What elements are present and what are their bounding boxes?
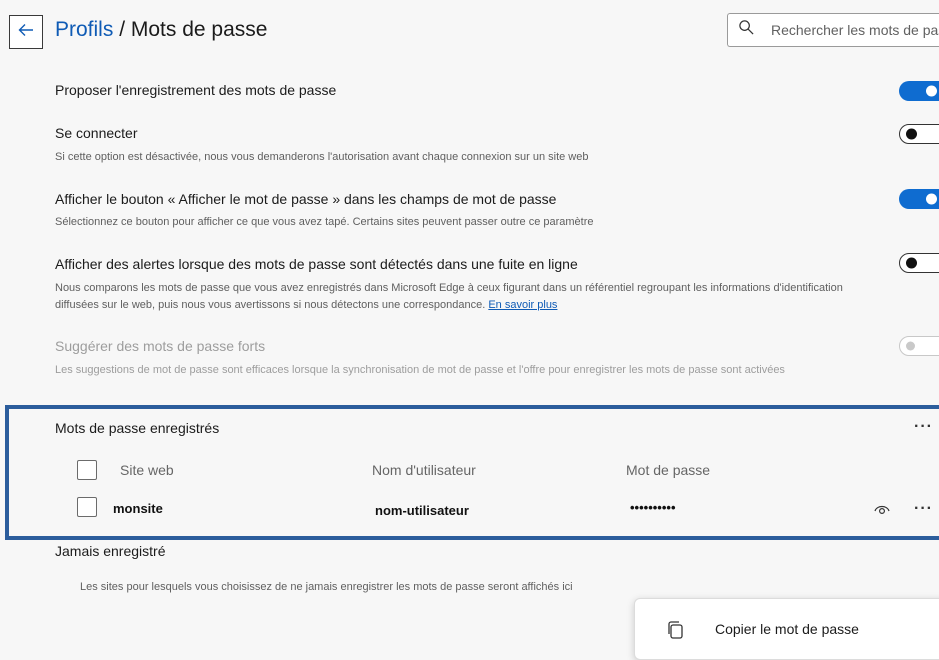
toggle-strong-passwords <box>899 336 939 356</box>
back-button[interactable] <box>9 15 43 49</box>
setting-leak-alerts-desc-text: Nous comparons les mots de passe que vou… <box>55 282 843 311</box>
setting-sign-in-title: Se connecter <box>55 125 138 141</box>
copy-icon <box>665 619 687 646</box>
page-title-text: Mots de passe <box>130 18 268 41</box>
search-box[interactable] <box>727 13 939 47</box>
page-title: Profils / Mots de passe <box>55 18 267 42</box>
toggle-knob <box>906 257 917 269</box>
breadcrumb-separator: / <box>113 18 131 41</box>
toggle-leak-alerts[interactable] <box>899 253 939 273</box>
select-all-checkbox[interactable] <box>77 460 97 480</box>
setting-sign-in-desc: Si cette option est désactivée, nous vou… <box>55 151 589 163</box>
search-icon <box>738 19 755 41</box>
never-saved-title: Jamais enregistré <box>55 543 166 559</box>
row-more-button[interactable]: ··· <box>914 501 933 517</box>
show-password-button[interactable] <box>873 499 891 522</box>
search-input[interactable] <box>769 21 939 39</box>
toggle-sign-in[interactable] <box>899 124 939 144</box>
setting-leak-alerts-desc: Nous comparons les mots de passe que vou… <box>55 280 875 314</box>
column-header-username[interactable]: Nom d'utilisateur <box>372 462 476 478</box>
setting-strong-passwords-desc: Les suggestions de mot de passe sont eff… <box>55 364 785 376</box>
column-header-password[interactable]: Mot de passe <box>626 462 710 478</box>
row-password: •••••••••• <box>630 500 676 515</box>
toggle-reveal-button[interactable] <box>899 189 939 209</box>
row-site: monsite <box>113 501 163 516</box>
setting-reveal-button-desc: Sélectionnez ce bouton pour afficher ce … <box>55 216 594 228</box>
eye-icon <box>873 504 891 521</box>
more-horizontal-icon: ··· <box>914 418 933 435</box>
learn-more-link[interactable]: En savoir plus <box>488 299 557 311</box>
context-menu-popup: Copier le mot de passe <box>634 598 939 660</box>
toggle-knob <box>926 85 937 97</box>
copy-password-menu-item[interactable]: Copier le mot de passe <box>715 621 859 637</box>
setting-offer-save-title: Proposer l'enregistrement des mots de pa… <box>55 82 337 98</box>
more-horizontal-icon: ··· <box>914 500 933 517</box>
toggle-knob <box>926 193 937 205</box>
setting-leak-alerts-title: Afficher des alertes lorsque des mots de… <box>55 256 578 272</box>
toggle-knob <box>906 341 915 351</box>
row-checkbox[interactable] <box>77 497 97 517</box>
setting-reveal-button-title: Afficher le bouton « Afficher le mot de … <box>55 191 557 207</box>
saved-passwords-more-button[interactable]: ··· <box>914 419 933 435</box>
breadcrumb-profils-link[interactable]: Profils <box>55 18 113 41</box>
setting-strong-passwords-title: Suggérer des mots de passe forts <box>55 338 266 354</box>
toggle-knob <box>906 128 917 140</box>
never-saved-desc: Les sites pour lesquels vous choisissez … <box>80 581 573 593</box>
arrow-left-icon <box>16 20 36 45</box>
saved-passwords-title: Mots de passe enregistrés <box>55 420 220 436</box>
toggle-offer-save[interactable] <box>899 81 939 101</box>
row-username: nom-utilisateur <box>375 503 469 518</box>
column-header-site[interactable]: Site web <box>120 462 174 478</box>
